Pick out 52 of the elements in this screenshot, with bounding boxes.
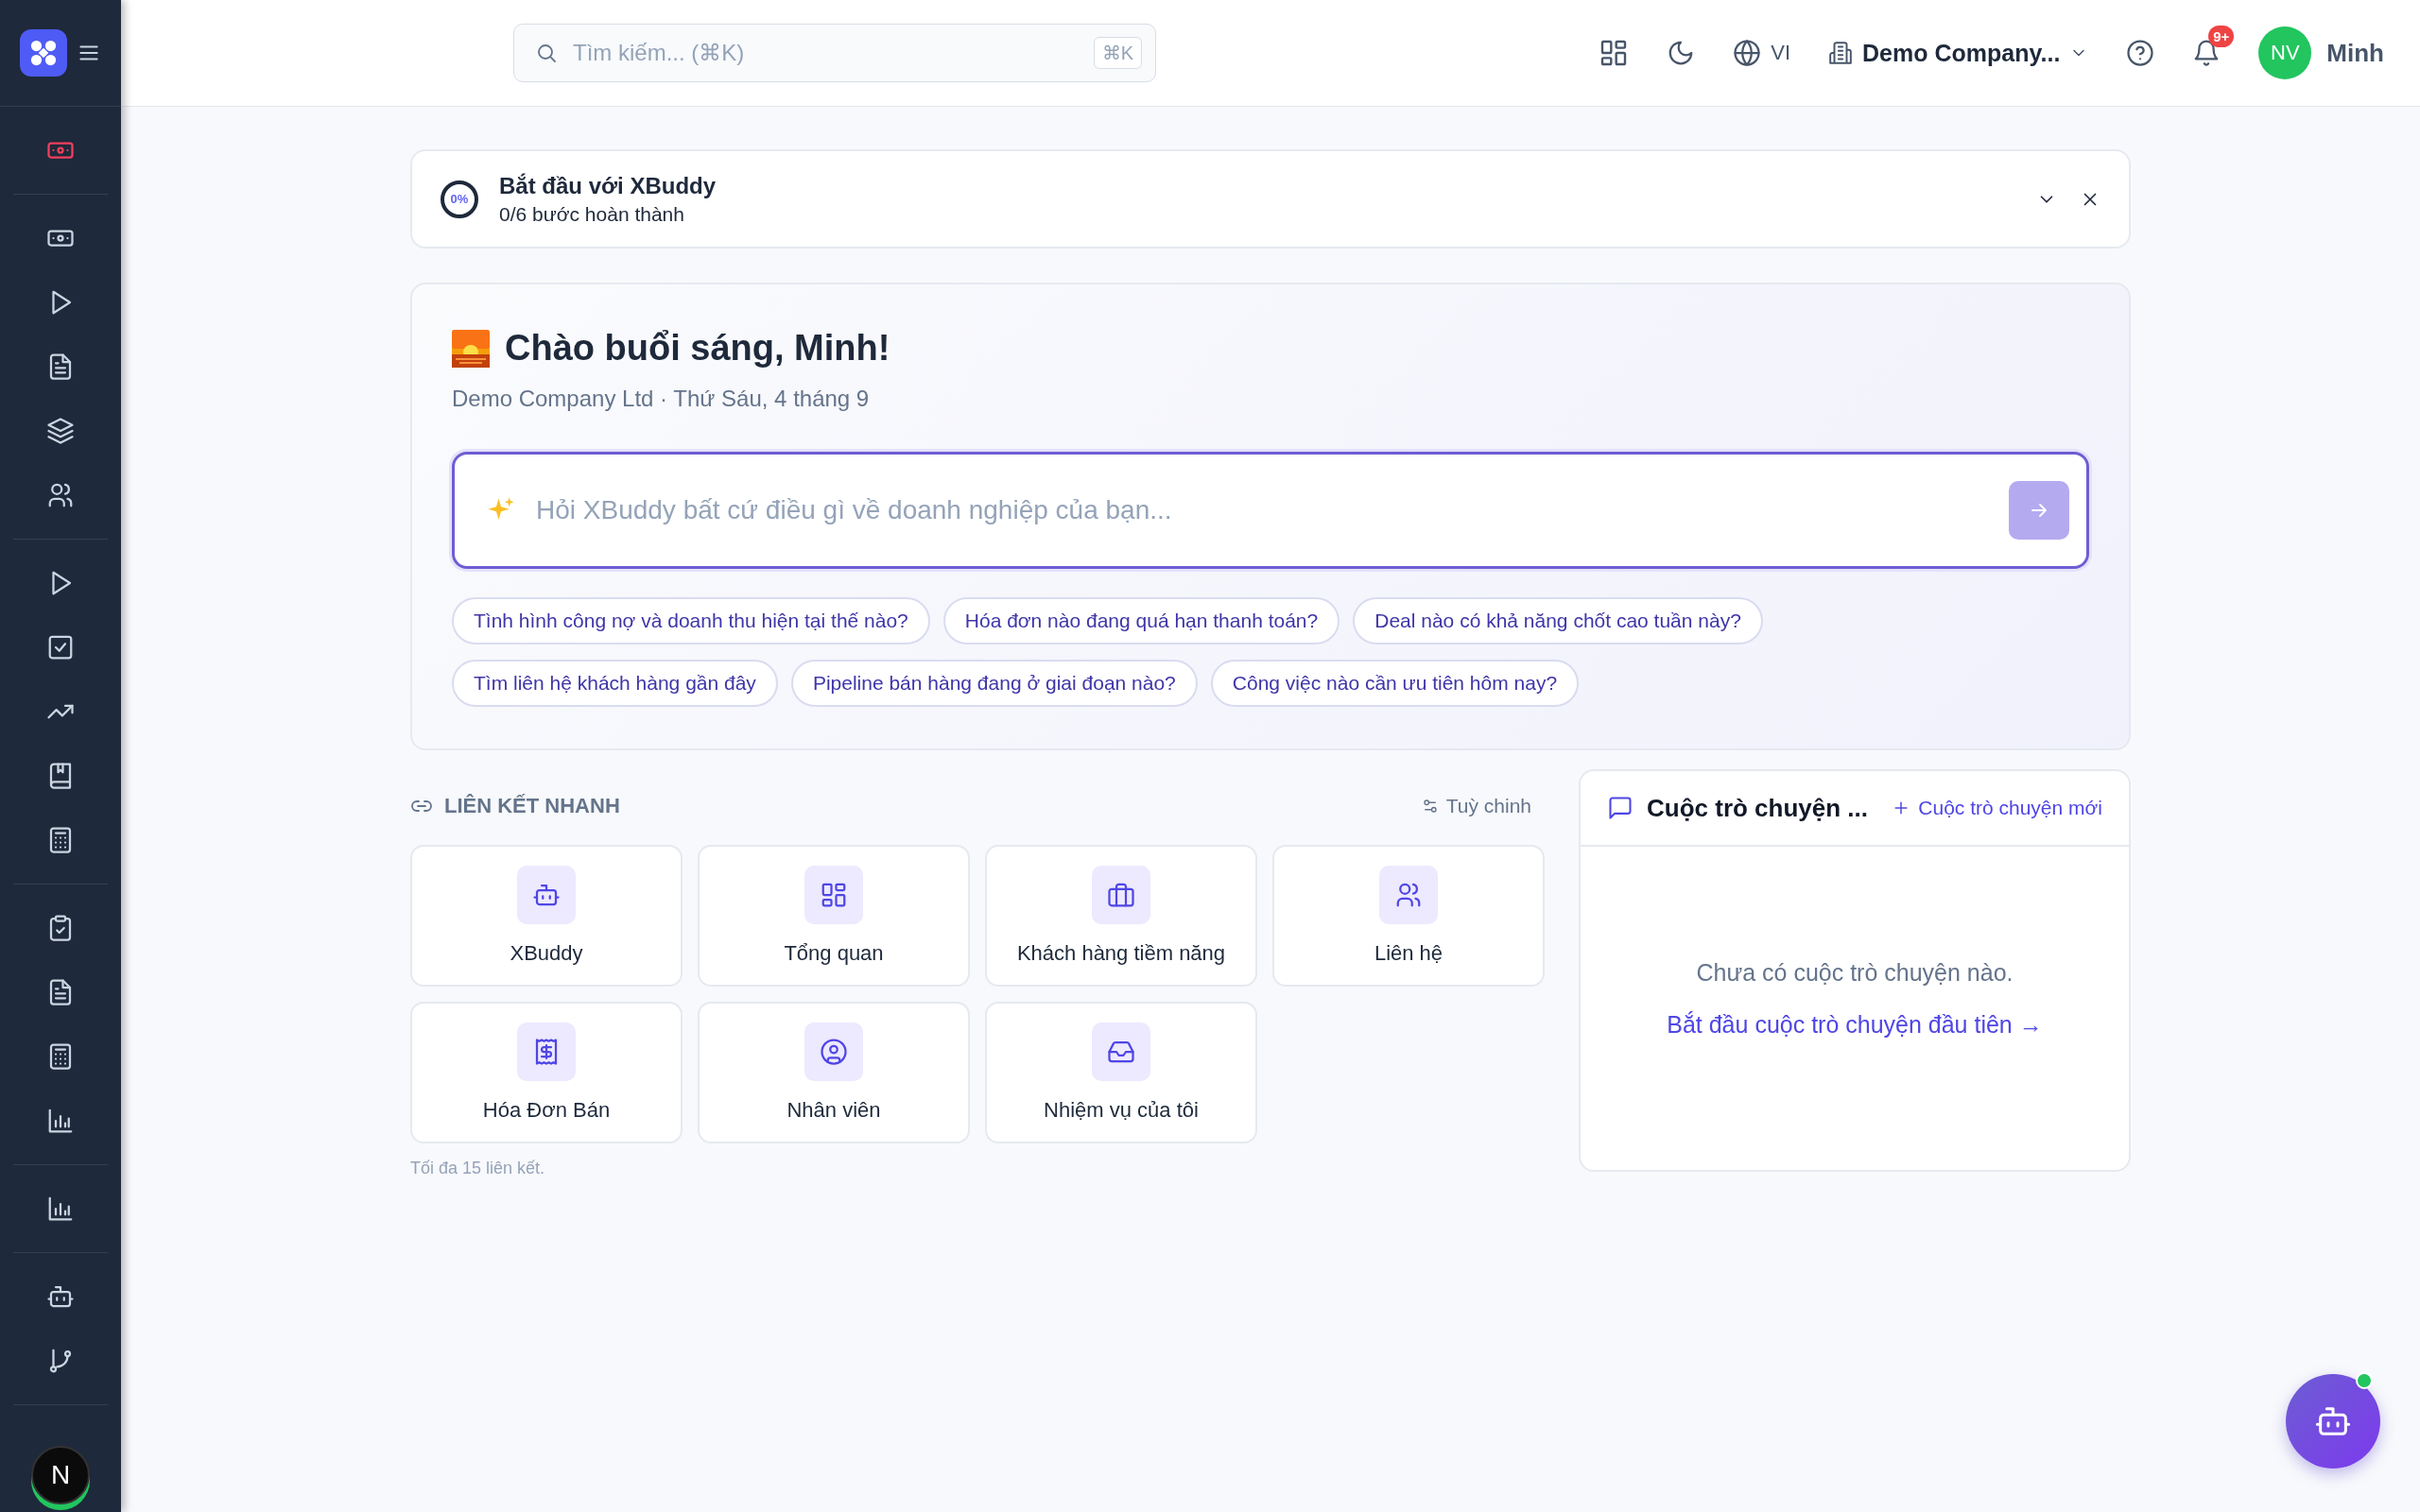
sunrise-icon <box>452 329 490 368</box>
empty-message: Chưa có cuộc trò chuyện nào. <box>1696 959 2014 987</box>
globe-icon <box>1733 39 1762 67</box>
checkbox-icon <box>46 633 75 662</box>
progress-ring: 0% <box>441 180 478 218</box>
limit-note: Tối đa 15 liên kết. <box>410 1159 546 1178</box>
onboarding-subtitle: 0/6 bước hoàn thành <box>499 202 685 226</box>
onboarding-title: Bắt đầu với XBuddy <box>499 172 717 199</box>
building-icon <box>1828 41 1854 65</box>
user-name: Minh <box>2326 38 2384 68</box>
help-button[interactable] <box>2126 39 2155 67</box>
search-icon <box>535 42 558 64</box>
suggestion-chip[interactable]: Công việc nào cần ưu tiên hôm nay? <box>1210 660 1580 707</box>
suggestion-chip[interactable]: Tình hình công nợ và doanh thu hiện tại thế nào? <box>452 597 930 644</box>
quick-link-tile[interactable]: Tổng quan <box>698 845 970 987</box>
chat-icon <box>1607 795 1634 821</box>
panel-title: Cuộc trò chuyện ... <box>1647 793 1869 823</box>
quick-link-tile[interactable]: Nhân viên <box>698 1002 970 1143</box>
grid-icon <box>820 881 848 909</box>
users-icon <box>1394 881 1423 909</box>
user-circle-icon <box>820 1038 848 1066</box>
sliders-icon <box>1421 798 1439 815</box>
suggestion-chip[interactable]: Tìm liên hệ khách hàng gần đây <box>452 660 778 707</box>
ask-box[interactable]: Hỏi XBuddy bất cứ điều gì về doanh nghiệp của bạn... <box>452 452 2089 569</box>
greeting-subtitle: Demo Company Ltd · Thứ Sáu, 4 tháng 9 <box>452 386 871 412</box>
app-logo[interactable] <box>20 29 67 77</box>
quick-link-tile[interactable]: XBuddy <box>410 845 683 987</box>
help-icon <box>2126 39 2155 67</box>
greeting-title: Chào buổi sáng, Minh! <box>505 328 890 369</box>
quick-link-tile[interactable]: Hóa Đơn Bán <box>410 1002 683 1143</box>
search-input[interactable]: Tìm kiếm... (⌘K) <box>571 25 1080 81</box>
suggestion-chip[interactable]: Deal nào có khả năng chốt cao tuần này? <box>1353 597 1763 644</box>
suggestion-chip[interactable]: Pipeline bán hàng đang ở giai đoạn nào? <box>790 660 1198 707</box>
layers-icon <box>46 417 75 445</box>
online-dot <box>2356 1372 2373 1389</box>
notification-badge: 9+ <box>2208 26 2235 47</box>
users-icon <box>46 481 75 509</box>
new-conversation-button[interactable]: Cuộc trò chuyện mới <box>1892 797 2102 819</box>
bar-chart-icon <box>46 1194 75 1223</box>
quick-link-tile[interactable]: Nhiệm vụ của tôi <box>985 1002 1257 1143</box>
company-selector[interactable]: Demo Company... <box>1828 39 2089 67</box>
bar-chart-icon <box>46 1107 75 1135</box>
language-button[interactable]: VI <box>1733 39 1791 67</box>
quick-link-tile[interactable]: Liên hệ <box>1272 845 1545 987</box>
shortcut-key: ⌘K <box>1093 37 1142 69</box>
customize-button[interactable]: Tuỳ chinh <box>1421 795 1531 817</box>
briefcase-icon <box>1107 881 1135 909</box>
quick-link-tile[interactable]: Khách hàng tiềm năng <box>985 845 1257 987</box>
section-title: LIÊN KẾT NHANH <box>444 794 620 818</box>
suggestion-chip[interactable]: Hóa đơn nào đang quá hạn thanh toán? <box>942 597 1340 644</box>
assistant-button[interactable] <box>2286 1374 2380 1469</box>
start-conversation-link[interactable]: Bắt đầu cuộc trò chuyện đầu tiên → <box>1667 1011 2043 1039</box>
